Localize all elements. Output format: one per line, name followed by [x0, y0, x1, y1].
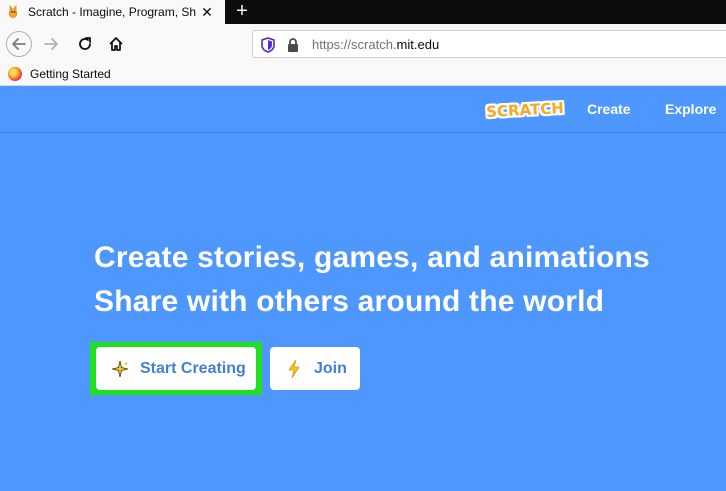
home-button[interactable]: [103, 31, 129, 57]
nav-create-link[interactable]: Create: [587, 101, 631, 117]
scratch-homepage: SCRATCH Create Explore Create stories, g…: [0, 87, 726, 491]
start-creating-button[interactable]: Start Creating: [96, 347, 256, 390]
scratch-logo[interactable]: SCRATCH: [485, 97, 565, 123]
shield-icon[interactable]: [261, 37, 275, 58]
hero-headline: Create stories, games, and animations: [94, 241, 650, 274]
url-prefix: https://scratch.: [312, 37, 397, 52]
reload-button[interactable]: [72, 31, 98, 57]
tab-strip: Scratch - Imagine, Program, Sh ✕ +: [0, 0, 726, 24]
tab-title: Scratch - Imagine, Program, Sh: [28, 5, 197, 19]
scratch-cat-icon: [7, 4, 19, 19]
reload-icon: [79, 37, 91, 50]
logo-wordmark: SCRATCH: [485, 98, 565, 122]
bookmarks-toolbar: Getting Started: [0, 64, 726, 86]
url-domain: mit.edu: [396, 37, 440, 52]
address-bar[interactable]: https://scratch.mit.edu: [252, 30, 726, 58]
lightning-icon: [284, 359, 304, 379]
active-tab[interactable]: Scratch - Imagine, Program, Sh ✕: [0, 0, 225, 24]
nav-explore-link[interactable]: Explore: [665, 101, 716, 117]
url-text[interactable]: https://scratch.mit.edu: [312, 37, 439, 52]
forward-button[interactable]: [38, 31, 64, 57]
firefox-icon: [8, 67, 22, 81]
bookmark-label: Getting Started: [30, 67, 111, 81]
back-button[interactable]: [6, 31, 32, 57]
hero-subheadline: Share with others around the world: [94, 285, 605, 318]
bookmark-getting-started[interactable]: Getting Started: [8, 67, 111, 81]
close-tab-icon[interactable]: ✕: [199, 3, 215, 21]
back-arrow-icon: [12, 38, 26, 50]
join-button[interactable]: Join: [270, 347, 360, 390]
start-creating-label: Start Creating: [140, 359, 246, 377]
navigation-toolbar: https://scratch.mit.edu: [0, 24, 726, 64]
sparkle-icon: [110, 359, 130, 379]
home-icon: [109, 37, 123, 51]
forward-arrow-icon: [44, 38, 58, 50]
lock-icon[interactable]: [286, 37, 300, 58]
new-tab-button[interactable]: +: [232, 0, 252, 24]
join-label: Join: [314, 359, 347, 377]
site-header: SCRATCH Create Explore: [0, 87, 726, 133]
